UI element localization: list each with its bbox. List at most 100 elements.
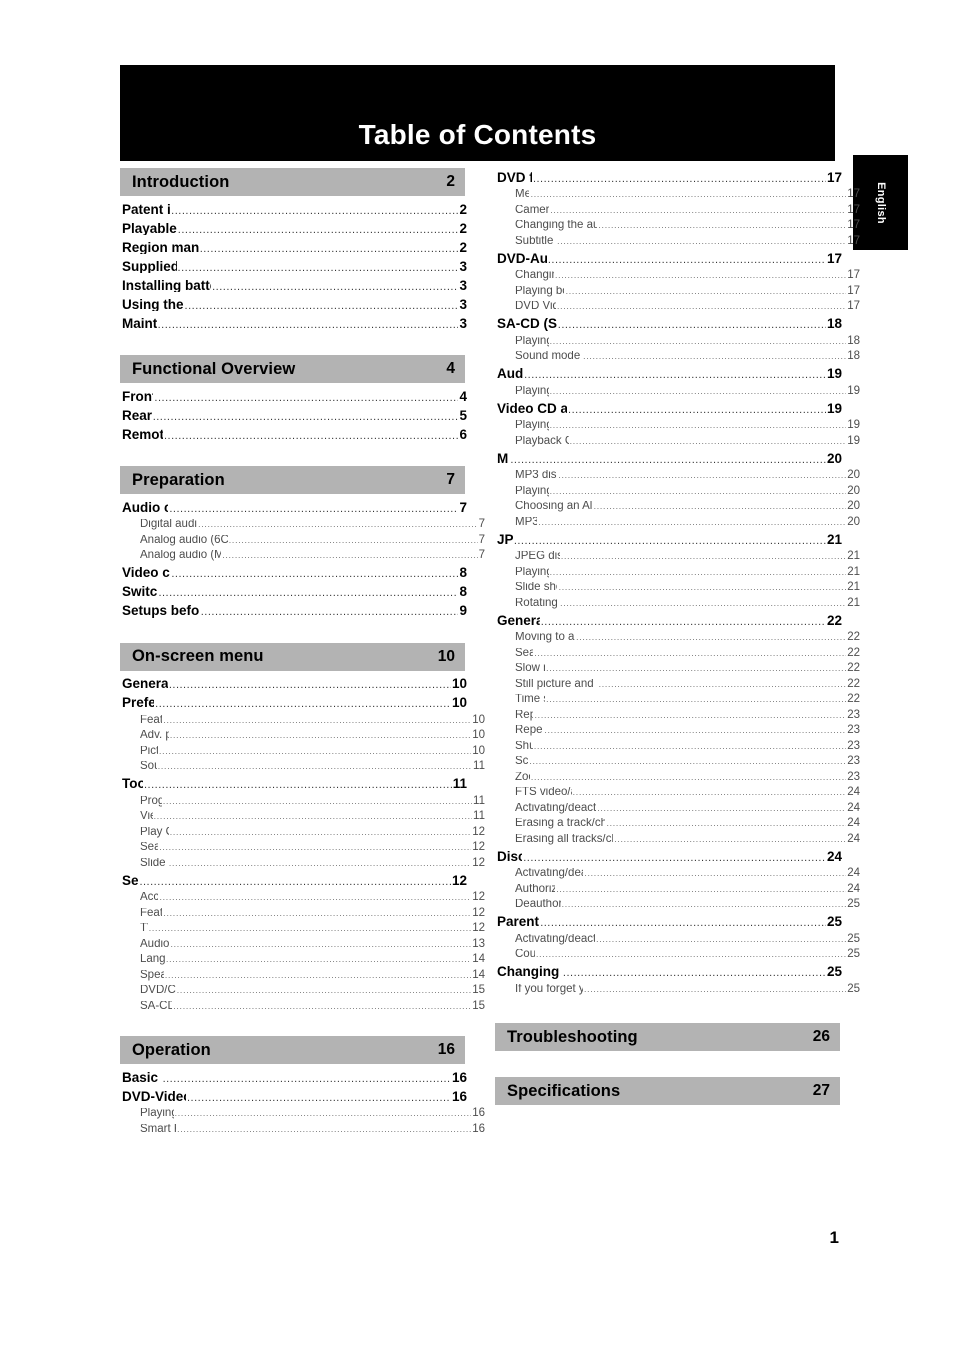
toc-entry-camera-angle[interactable]: Camera angle............................…: [495, 203, 860, 219]
toc-entry-subtitle-language[interactable]: Subtitle language.......................…: [495, 234, 860, 250]
toc-entry-search[interactable]: Search..................................…: [120, 840, 485, 856]
toc-entry-activating-deactivating-parental-control[interactable]: Activating/deactivating Parental Control…: [495, 932, 860, 948]
section-header-operation[interactable]: Operation 16: [120, 1036, 465, 1064]
toc-entry-playing-bonus-groups[interactable]: Playing bonus groups....................…: [495, 284, 860, 300]
toc-entry-front-panel[interactable]: Front panel.............................…: [120, 387, 467, 406]
toc-entry-changing-the-audio-language-and-format[interactable]: Changing the audio language and format..…: [495, 218, 860, 234]
section-header-preparation[interactable]: Preparation 7: [120, 466, 465, 494]
toc-entry-playable-disc-formats[interactable]: Playable disc formats...................…: [120, 219, 467, 238]
toc-entry-playing-a-disc[interactable]: Playing a disc..........................…: [495, 334, 860, 350]
toc-entry-switching-on[interactable]: Switching on............................…: [120, 583, 467, 602]
toc-entry-activating-deactivating-the-fts-program[interactable]: Activating/deactivating the FTS program.…: [495, 801, 860, 817]
toc-entry-repeat-a-b[interactable]: Repeat A-B..............................…: [495, 723, 860, 739]
toc-entry-mp3-text[interactable]: MP3 text................................…: [495, 515, 860, 531]
toc-entry-audio-connection[interactable]: Audio connection........................…: [120, 498, 467, 517]
toc-entry-play-option[interactable]: Play Option.............................…: [120, 825, 485, 841]
section-header-functional-overview[interactable]: Functional Overview 4: [120, 355, 465, 383]
toc-entry-dvd-video-mode[interactable]: DVD Video Mode..........................…: [495, 299, 860, 315]
toc-entry-toolbar[interactable]: Toolbar.................................…: [120, 775, 467, 794]
toc-entry-sound-mode-sa-cd-playback[interactable]: Sound mode - SA-CD playback.............…: [495, 349, 860, 365]
toc-entry-deauthorizing-discs[interactable]: Deauthorizing discs.....................…: [495, 897, 860, 913]
toc-entry-dvd-audio-features[interactable]: DVD-Audio features......................…: [495, 249, 842, 268]
toc-entry-tv[interactable]: TV......................................…: [120, 921, 485, 937]
toc-entry-setup[interactable]: Setup...................................…: [120, 871, 467, 890]
toc-entry-authorizing-discs[interactable]: Authorizing discs.......................…: [495, 882, 860, 898]
toc-entry-patent-information[interactable]: Patent information......................…: [120, 200, 467, 219]
toc-entry-jpeg[interactable]: JPEG....................................…: [495, 530, 842, 549]
section-header-specifications[interactable]: Specifications 27: [495, 1077, 840, 1105]
toc-entry-erasing-a-track-chapter-index-from-the-fts-list[interactable]: Erasing a track/chapter/index from the F…: [495, 816, 860, 832]
toc-entry-smart-resume[interactable]: Smart Resume............................…: [120, 1122, 485, 1138]
toc-entry-mp3-disc-features[interactable]: MP3 disc features.......................…: [495, 468, 860, 484]
toc-entry-playback-control-pbc[interactable]: Playback Control (PBC)..................…: [495, 434, 860, 450]
toc-entry-adv-picture[interactable]: Adv. picture............................…: [120, 728, 485, 744]
toc-entry-sa-cd-mode[interactable]: SA-CD mode..............................…: [120, 999, 485, 1015]
toc-entry-activating-deactivating-disc-lock[interactable]: Activating/deactivating Disc lock.......…: [495, 866, 860, 882]
toc-entry-country[interactable]: Country.................................…: [495, 947, 860, 963]
toc-entry-picture[interactable]: Picture.................................…: [120, 744, 485, 760]
toc-entry-access[interactable]: Access..................................…: [120, 890, 485, 906]
toc-entry-rear-panel[interactable]: Rear panel..............................…: [120, 406, 467, 425]
toc-entry-sound[interactable]: Sound...................................…: [120, 759, 485, 775]
toc-entry-mp3[interactable]: MP3.....................................…: [495, 449, 842, 468]
toc-entry-changing-pages[interactable]: Changing pages..........................…: [495, 268, 860, 284]
toc-entry-program[interactable]: Program.................................…: [120, 794, 485, 810]
toc-entry-video-cd-and-super-video-cd[interactable]: Video CD and Super Video CD.............…: [495, 399, 842, 418]
toc-entry-features[interactable]: Features................................…: [120, 713, 485, 729]
toc-entry-changing-the-four-digit-pin[interactable]: Changing the four-digit PIN.............…: [495, 963, 842, 982]
toc-entry-zoom[interactable]: Zoom....................................…: [495, 770, 860, 786]
toc-entry-disc-lock[interactable]: Disc lock...............................…: [495, 847, 842, 866]
toc-entry-speakers[interactable]: Speakers................................…: [120, 968, 485, 984]
toc-entry-remote-control[interactable]: Remote control..........................…: [120, 425, 467, 444]
toc-entry-using-the-remote-control[interactable]: Using the remote control................…: [120, 295, 467, 314]
toc-entry-scan[interactable]: Scan....................................…: [495, 754, 860, 770]
toc-entry-language[interactable]: Language................................…: [120, 952, 485, 968]
toc-entry-playing-a-disc[interactable]: Playing a disc..........................…: [120, 1106, 485, 1122]
toc-entry-shuffle[interactable]: Shuffle.................................…: [495, 739, 860, 755]
toc-entry-moving-to-another-segment[interactable]: Moving to another segment...............…: [495, 630, 860, 646]
toc-entry-view[interactable]: View....................................…: [120, 809, 485, 825]
toc-entry-playing-a-disc[interactable]: Playing a disc..........................…: [495, 565, 860, 581]
toc-entry-installing-batteries-in-the-remote-control[interactable]: Installing batteries in the remote contr…: [120, 276, 467, 295]
toc-entry-slide-show[interactable]: Slide Show..............................…: [120, 856, 485, 872]
toc-entry-repeat[interactable]: Repeat..................................…: [495, 708, 860, 724]
section-header-troubleshooting[interactable]: Troubleshooting 26: [495, 1023, 840, 1051]
toc-entry-choosing-an-album-track-to-playback[interactable]: Choosing an Album/Track to playback.....…: [495, 499, 860, 515]
toc-entry-jpeg-disc-features[interactable]: JPEG disc features......................…: [495, 549, 860, 565]
toc-entry-slow-motion[interactable]: Slow motion.............................…: [495, 661, 860, 677]
toc-entry-sa-cd-super-audio-cd[interactable]: SA-CD (Super Audio CD)..................…: [495, 315, 842, 334]
toc-entry-playing-a-disc[interactable]: Playing a disc..........................…: [495, 384, 860, 400]
toc-entry-general-operation[interactable]: General operation.......................…: [120, 675, 467, 694]
toc-entry-analog-audio-6ch-discrete-connection[interactable]: Analog audio (6CH DISCRETE) connection..…: [120, 533, 485, 549]
toc-entry-playing-a-disc[interactable]: Playing a disc..........................…: [495, 484, 860, 500]
toc-entry-supplied-accessories[interactable]: Supplied accessories....................…: [120, 257, 467, 276]
toc-entry-analog-audio-mixed-2ch-connection[interactable]: Analog audio (MIXED 2CH) connection.....…: [120, 548, 485, 564]
toc-entry-erasing-all-tracks-chapters-indexes-from-the-fts-list[interactable]: Erasing all tracks/chapters/indexes from…: [495, 832, 860, 848]
toc-entry-maintenance[interactable]: Maintenance.............................…: [120, 314, 467, 333]
toc-entry-region-management-information[interactable]: Region management information...........…: [120, 238, 467, 257]
toc-entry-setups-before-the-initial-playback[interactable]: Setups before the initial playback......…: [120, 602, 467, 621]
toc-entry-time-search[interactable]: Time search.............................…: [495, 692, 860, 708]
toc-entry-preferences[interactable]: Preferences.............................…: [120, 694, 467, 713]
toc-entry-dvd-video-and-dvd-audio[interactable]: DVD-Video and DVD-Audio.................…: [120, 1087, 467, 1106]
toc-entry-basic-playback[interactable]: Basic playback..........................…: [120, 1068, 467, 1087]
toc-entry-search[interactable]: Search..................................…: [495, 646, 860, 662]
toc-entry-if-you-forget-your-four-digit-code[interactable]: If you forget your four-digit code......…: [495, 982, 860, 998]
section-header-introduction[interactable]: Introduction 2: [120, 168, 465, 196]
toc-entry-audio-menu[interactable]: Audio Menu..............................…: [120, 937, 485, 953]
toc-entry-still-picture-and-frame-by-frame-playback[interactable]: Still picture and frame-by-frame playbac…: [495, 677, 860, 693]
toc-entry-fts-video-audio-program[interactable]: FTS video/audio program.................…: [495, 785, 860, 801]
toc-entry-rotating-the-image[interactable]: Rotating the image......................…: [495, 596, 860, 612]
toc-entry-dvd-features[interactable]: DVD features............................…: [495, 168, 842, 187]
section-header-on-screen-menu[interactable]: On-screen menu 10: [120, 642, 465, 671]
toc-entry-digital-audio-connections[interactable]: Digital audio connections...............…: [120, 517, 485, 533]
toc-entry-parental-control[interactable]: Parental Control........................…: [495, 913, 842, 932]
toc-entry-menu[interactable]: Menu....................................…: [495, 187, 860, 203]
toc-entry-slide-show-setting[interactable]: Slide show setting......................…: [495, 580, 860, 596]
toc-entry-features[interactable]: Features................................…: [120, 906, 485, 922]
toc-entry-playing-a-disc[interactable]: Playing a disc..........................…: [495, 418, 860, 434]
toc-entry-general-features[interactable]: General features........................…: [495, 611, 842, 630]
toc-entry-audio-cd[interactable]: Audio CD................................…: [495, 365, 842, 384]
toc-entry-video-connections[interactable]: Video connections.......................…: [120, 564, 467, 583]
toc-entry-dvd-cd-mode[interactable]: DVD/CD mode.............................…: [120, 983, 485, 999]
